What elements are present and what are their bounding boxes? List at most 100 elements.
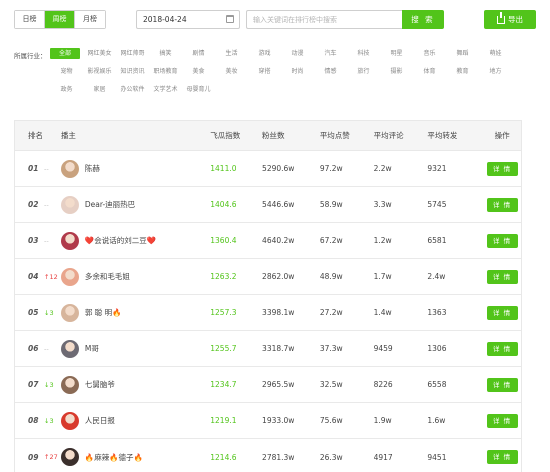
action-cell: 详 情 bbox=[483, 161, 521, 176]
rank-number: 04 bbox=[28, 272, 39, 281]
detail-button[interactable]: 详 情 bbox=[486, 377, 518, 392]
rank-number: 06 bbox=[28, 344, 39, 353]
rank-cell: 01 -- bbox=[15, 164, 61, 173]
industry-tag[interactable]: 科技 bbox=[347, 48, 380, 59]
industry-tag[interactable]: 知识资讯 bbox=[116, 66, 149, 77]
industry-tag[interactable]: 明星 bbox=[380, 48, 413, 59]
host-name[interactable]: ❤️会说话的刘二豆❤️ bbox=[85, 235, 156, 246]
industry-tag[interactable]: 母婴育儿 bbox=[182, 84, 215, 95]
industry-tag[interactable]: 网红帅哥 bbox=[116, 48, 149, 59]
industry-tag[interactable]: 政务 bbox=[50, 84, 83, 95]
industry-tag[interactable]: 动漫 bbox=[281, 48, 314, 59]
avg-comment-cell: 8226 bbox=[373, 380, 393, 389]
header-index[interactable]: 飞瓜指数 bbox=[210, 130, 262, 141]
index-cell: 1234.7 bbox=[210, 380, 262, 389]
host-cell[interactable]: M哥 bbox=[60, 339, 210, 358]
detail-button[interactable]: 详 情 bbox=[486, 341, 518, 356]
header-avg-comment[interactable]: 平均评论 bbox=[374, 130, 428, 141]
detail-button[interactable]: 详 情 bbox=[486, 413, 518, 428]
industry-tag[interactable]: 美食 bbox=[182, 66, 215, 77]
avg-like-cell: 67.2w bbox=[319, 236, 343, 245]
index-value: 1411.0 bbox=[210, 164, 237, 173]
host-name[interactable]: 七舅脑爷 bbox=[85, 379, 115, 390]
industry-tag[interactable]: 家居 bbox=[83, 84, 116, 95]
industry-tag[interactable]: 文学艺术 bbox=[149, 84, 182, 95]
host-name[interactable]: 多余和毛毛姐 bbox=[85, 271, 130, 282]
avg-like-cell: 97.2w bbox=[319, 164, 343, 173]
industry-tag[interactable]: 职场教育 bbox=[149, 66, 182, 77]
host-cell[interactable]: 人民日报 bbox=[60, 411, 210, 430]
avatar bbox=[60, 375, 79, 394]
industry-tag[interactable]: 穿搭 bbox=[248, 66, 281, 77]
industry-tag[interactable]: 生活 bbox=[215, 48, 248, 59]
industry-tag[interactable]: 时尚 bbox=[281, 66, 314, 77]
rank-change-value: -- bbox=[44, 200, 49, 209]
detail-button[interactable]: 详 情 bbox=[486, 450, 518, 464]
date-picker[interactable]: 2018-04-24 bbox=[136, 10, 240, 29]
fans-cell: 3318.7w bbox=[262, 344, 295, 353]
industry-tag[interactable]: 剧情 bbox=[182, 48, 215, 59]
avg-forward-cell: 5745 bbox=[427, 200, 447, 209]
host-cell[interactable]: ❤️会说话的刘二豆❤️ bbox=[60, 231, 210, 250]
industry-tag[interactable]: 萌娃 bbox=[479, 48, 512, 59]
avg-forward-cell: 2.4w bbox=[427, 272, 446, 281]
industry-tag[interactable]: 搞笑 bbox=[149, 48, 182, 59]
avg-forward-cell: 9321 bbox=[427, 164, 447, 173]
export-button[interactable]: 导出 bbox=[484, 10, 536, 29]
industry-tag[interactable]: 舞蹈 bbox=[446, 48, 479, 59]
host-name[interactable]: 人民日报 bbox=[85, 415, 115, 426]
industry-tag[interactable]: 体育 bbox=[413, 66, 446, 77]
host-cell[interactable]: 多余和毛毛姐 bbox=[60, 267, 210, 286]
industry-tag[interactable]: 情感 bbox=[314, 66, 347, 77]
industry-tag[interactable]: 美妆 bbox=[215, 66, 248, 77]
tab-period-2[interactable]: 月榜 bbox=[75, 11, 105, 28]
rank-change: -- bbox=[44, 237, 49, 245]
header-fans[interactable]: 粉丝数 bbox=[262, 130, 320, 141]
detail-button[interactable]: 详 情 bbox=[486, 269, 518, 284]
industry-tag[interactable]: 摄影 bbox=[380, 66, 413, 77]
avg-like-cell: 32.5w bbox=[319, 380, 343, 389]
index-value: 1404.6 bbox=[210, 200, 237, 209]
table-row: 04 ↑12 多余和毛毛姐 1263.2 2862.0w 48.9w 1.7w 2.4w 详 情 bbox=[15, 259, 521, 295]
host-cell[interactable]: 七舅脑爷 bbox=[60, 375, 210, 394]
header-avg-forward[interactable]: 平均转发 bbox=[427, 130, 483, 141]
industry-tag[interactable]: 音乐 bbox=[413, 48, 446, 59]
rank-number: 07 bbox=[28, 380, 39, 389]
export-label: 导出 bbox=[508, 15, 523, 24]
tab-period-1[interactable]: 周榜 bbox=[45, 11, 75, 28]
index-value: 1214.6 bbox=[210, 452, 237, 462]
industry-tag[interactable]: 影视娱乐 bbox=[83, 66, 116, 77]
detail-button[interactable]: 详 情 bbox=[486, 305, 518, 320]
avg-like-cell: 37.3w bbox=[319, 344, 343, 353]
industry-tag[interactable]: 地方 bbox=[479, 66, 512, 77]
table-body: 01 -- 陈赫 1411.0 5290.6w 97.2w 2.2w 9321 详 情 02 -- D… bbox=[15, 151, 521, 472]
table-row: 03 -- ❤️会说话的刘二豆❤️ 1360.4 4640.2w 67.2w 1.2w 658… bbox=[15, 223, 521, 259]
host-name[interactable]: 陈赫 bbox=[85, 163, 100, 174]
header-avg-like[interactable]: 平均点赞 bbox=[320, 130, 374, 141]
industry-tag[interactable]: 旅行 bbox=[347, 66, 380, 77]
industry-tag[interactable]: 汽车 bbox=[314, 48, 347, 59]
industry-tag[interactable]: 游戏 bbox=[248, 48, 281, 59]
search-input[interactable] bbox=[246, 10, 402, 29]
host-cell[interactable]: 陈赫 bbox=[60, 159, 210, 178]
industry-tag[interactable]: 宠物 bbox=[50, 66, 83, 77]
industry-tag[interactable]: 网红美女 bbox=[83, 48, 116, 59]
host-name[interactable]: 🔥麻辣🔥德子🔥 bbox=[85, 452, 143, 463]
detail-button[interactable]: 详 情 bbox=[486, 197, 518, 212]
host-name[interactable]: Dear-迪丽热巴 bbox=[85, 199, 135, 210]
rank-cell: 08 ↓3 bbox=[15, 416, 61, 425]
industry-tag[interactable]: 全部 bbox=[50, 48, 80, 59]
search-button[interactable]: 搜 索 bbox=[402, 10, 444, 29]
host-cell[interactable]: 🔥麻辣🔥德子🔥 bbox=[60, 448, 210, 466]
host-name[interactable]: M哥 bbox=[85, 343, 99, 354]
tab-period-0[interactable]: 日榜 bbox=[15, 11, 45, 28]
rank-change: ↑12 bbox=[44, 273, 58, 281]
detail-button[interactable]: 详 情 bbox=[486, 233, 518, 248]
host-name[interactable]: 郭 聪 明🔥 bbox=[85, 307, 122, 318]
host-cell[interactable]: 郭 聪 明🔥 bbox=[60, 303, 210, 322]
host-cell[interactable]: Dear-迪丽热巴 bbox=[60, 195, 210, 214]
industry-tag[interactable]: 教育 bbox=[446, 66, 479, 77]
detail-button[interactable]: 详 情 bbox=[486, 161, 518, 176]
rank-number: 09 bbox=[28, 452, 39, 462]
industry-tag[interactable]: 办公软件 bbox=[116, 84, 149, 95]
